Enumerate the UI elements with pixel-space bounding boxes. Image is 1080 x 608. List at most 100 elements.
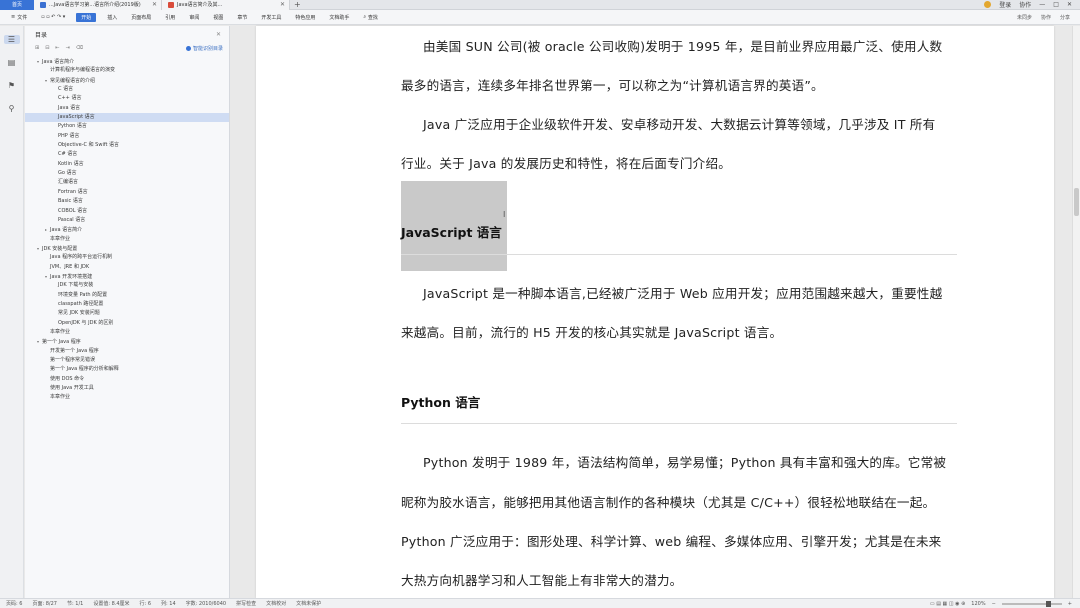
toc-item[interactable]: Objective-C 和 Swift 语言 (25, 141, 229, 150)
toc-item[interactable]: Python 语言 (25, 122, 229, 131)
zoom-out-icon[interactable]: − (992, 601, 996, 607)
toc-item[interactable]: Kotlin 语言 (25, 160, 229, 169)
toc-item[interactable]: ▾ 第一个 Java 程序 (25, 337, 229, 346)
share-button[interactable]: 分享 (1060, 14, 1070, 21)
toc-item[interactable]: ▸ Java 语言简介 (25, 225, 229, 234)
tab-home[interactable]: 开始 (76, 12, 97, 22)
home-tab[interactable]: 首页 (0, 0, 34, 10)
close-icon[interactable]: ✕ (216, 31, 221, 38)
toc-item[interactable]: Java 语言 (25, 104, 229, 113)
document-tab-2[interactable]: Java语言简介及其... ✕ (162, 0, 290, 10)
tab-page-layout[interactable]: 页面布局 (124, 10, 158, 25)
zoom-in-icon[interactable]: + (1068, 601, 1072, 607)
vertical-scrollbar[interactable] (1072, 26, 1080, 598)
share-link[interactable]: 协作 (1019, 0, 1031, 9)
toc-item[interactable]: 使用 DOS 命令 (25, 375, 229, 384)
toc-item[interactable]: COBOL 语言 (25, 207, 229, 216)
status-bar: 页码: 6 页面: 8/27 节: 1/1 设置值: 8.4厘米 行: 6 列:… (0, 598, 1080, 608)
maximize-button[interactable]: □ (1053, 1, 1059, 8)
tab-review[interactable]: 审阅 (182, 10, 206, 25)
toc-item[interactable]: ▾ 常见编程语言的介绍 (25, 76, 229, 85)
paragraph-line: Python 发明于 1989 年，语法结构简单，易学易懂；Python 具有丰… (423, 455, 947, 470)
close-window-button[interactable]: ✕ (1067, 1, 1072, 8)
toc-item[interactable]: 使用 Java 开发工具 (25, 384, 229, 393)
toc-item[interactable]: C 语言 (25, 85, 229, 94)
status-protection[interactable]: 文档未保护 (296, 600, 321, 607)
toc-item[interactable]: Fortran 语言 (25, 188, 229, 197)
left-tool-strip: ☰ ▤ ⚑ ⚲ (0, 26, 24, 598)
new-tab-button[interactable]: + (294, 0, 301, 9)
toc-item[interactable]: Go 语言 (25, 169, 229, 178)
status-proofread[interactable]: 文档校对 (266, 600, 286, 607)
tab-references[interactable]: 引用 (158, 10, 182, 25)
smart-toc-button[interactable]: 智能识别目录 (185, 45, 223, 52)
bookmark-icon[interactable]: ⚑ (8, 81, 15, 90)
toc-item[interactable]: C++ 语言 (25, 94, 229, 103)
document-page[interactable]: I 由美国 SUN 公司(被 oracle 公司收购)发明于 1995 年，是目… (256, 26, 1054, 598)
tab-doc-assistant[interactable]: 文档助手 (322, 10, 356, 25)
toc-item[interactable]: Basic 语言 (25, 197, 229, 206)
toc-item[interactable]: ▾ Java 开发环境搭建 (25, 272, 229, 281)
toc-item[interactable]: OpenJDK 与 JDK 的区别 (25, 319, 229, 328)
document-tab-1[interactable]: ...Java语言学习第...语言所介绍(2019版) ✕ (34, 0, 162, 10)
toc-pane: 目录 ✕ ⊞ ⊟ ⇤ ⇥ ⌫ 智能识别目录 ▾ Java 语言简介 计算机程序与编程… (25, 26, 230, 598)
demote-icon[interactable]: ⇥ (66, 45, 70, 51)
pages-icon[interactable]: ▤ (8, 58, 16, 67)
search-label: 查找 (367, 14, 378, 21)
toc-item[interactable]: 计算机程序与编程语言的演变 (25, 66, 229, 75)
toc-item[interactable]: 环境变量 Path 的配置 (25, 291, 229, 300)
toc-item[interactable]: JDK 下载与安装 (25, 281, 229, 290)
toc-item[interactable]: 本章作业 (25, 393, 229, 402)
tab-chapter[interactable]: 章节 (230, 10, 254, 25)
sync-status[interactable]: 未同步 (1017, 14, 1032, 21)
toc-item[interactable]: 常见 JDK 安装问题 (25, 309, 229, 318)
toc-item[interactable]: ▾ JDK 安装与配置 (25, 244, 229, 253)
search-command[interactable]: ⌕ 查找 (356, 10, 384, 25)
close-tab-icon[interactable]: ✕ (152, 1, 157, 8)
toc-item[interactable]: 第一个程序常见错误 (25, 356, 229, 365)
close-tab-icon[interactable]: ✕ (280, 1, 285, 8)
toc-item[interactable]: PHP 语言 (25, 132, 229, 141)
zoom-level[interactable]: 120% (971, 601, 985, 607)
zoom-slider-knob[interactable] (1045, 600, 1051, 607)
collaborate-button[interactable]: 协作 (1041, 14, 1051, 21)
toc-item[interactable]: 本章作业 (25, 235, 229, 244)
toc-item[interactable]: 第一个 Java 程序的分析和解释 (25, 365, 229, 374)
toc-item[interactable]: JavaScript 语言 (25, 113, 229, 123)
expand-all-icon[interactable]: ⊞ (35, 45, 39, 51)
tab-view[interactable]: 视图 (206, 10, 230, 25)
status-wordcount[interactable]: 字数: 2010/6040 (186, 600, 226, 607)
toc-item[interactable]: ▾ Java 语言简介 (25, 57, 229, 66)
toc-item[interactable]: 汇编语言 (25, 178, 229, 187)
tab-special[interactable]: 特色应用 (288, 10, 322, 25)
scrollbar-thumb[interactable] (1074, 188, 1079, 216)
toc-item[interactable]: 本章作业 (25, 328, 229, 337)
toc-item-label: Java 语言简介 (42, 59, 75, 65)
tab-insert[interactable]: 插入 (100, 10, 124, 25)
toc-item[interactable]: C# 语言 (25, 150, 229, 159)
text-cursor-icon: I (503, 210, 506, 219)
toc-item-label: 本章作业 (50, 394, 71, 401)
promote-icon[interactable]: ⇤ (55, 45, 59, 51)
toc-item[interactable]: 开发第一个 Java 程序 (25, 347, 229, 356)
tab-developer[interactable]: 开发工具 (254, 10, 288, 25)
find-icon[interactable]: ⚲ (9, 104, 15, 113)
view-mode-icons[interactable]: ▭ ▤ ▦ ◫ ◉ ⊕ (930, 601, 965, 607)
login-link[interactable]: 登录 (999, 0, 1011, 9)
toc-icon[interactable]: ☰ (3, 35, 20, 44)
file-menu[interactable]: ≡ 文件 (4, 10, 34, 25)
toc-item[interactable]: JVM、JRE 和 JDK (25, 263, 229, 272)
delete-icon[interactable]: ⌫ (76, 45, 83, 51)
status-spellcheck[interactable]: 拼写检查 (236, 600, 256, 607)
minimize-button[interactable]: — (1039, 1, 1045, 8)
smart-toc-icon (185, 45, 191, 51)
toc-item[interactable]: Java 程序的跨平台运行机制 (25, 253, 229, 262)
status-section: 节: 1/1 (66, 601, 84, 607)
toc-item[interactable]: Pascal 语言 (25, 216, 229, 225)
zoom-slider[interactable] (1001, 600, 1062, 607)
toc-item[interactable]: classpath 路径配置 (25, 300, 229, 309)
avatar[interactable] (984, 1, 992, 8)
quick-access-icons[interactable]: ▫ ▫ ↶ ↷ ▾ (34, 10, 72, 25)
toc-item-label: 使用 Java 开发工具 (50, 385, 94, 392)
collapse-all-icon[interactable]: ⊟ (45, 45, 49, 51)
